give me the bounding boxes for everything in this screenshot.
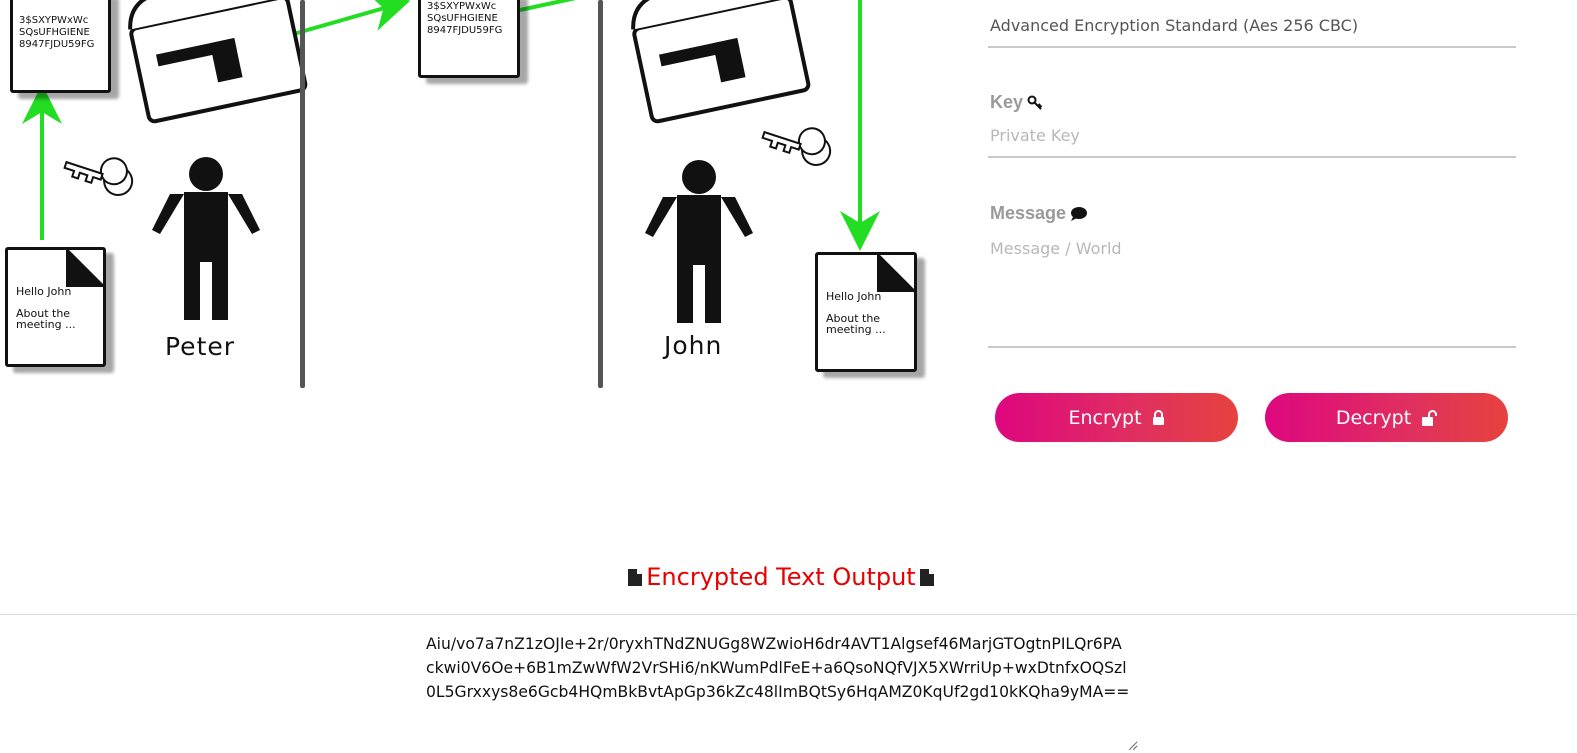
key-right-icon: [761, 127, 832, 167]
encrypt-label: Encrypt: [1068, 406, 1142, 429]
algorithm-select[interactable]: Advanced Encryption Standard (Aes 256 CB…: [988, 0, 1516, 48]
sender-name: Peter: [165, 332, 236, 361]
encryption-illustration: 3$SXYPWxWc SQsUFHGIENE 8947FJDU59FG 3$SX…: [0, 0, 930, 395]
key-placeholder: Private Key: [990, 126, 1080, 145]
key-left-icon: [63, 157, 134, 197]
resize-grip-icon[interactable]: [1127, 740, 1137, 750]
page-corner: [877, 255, 914, 292]
mailbox-left-icon: [128, 0, 308, 124]
cipher-text: 3$SXYPWxWc SQsUFHGIENE 8947FJDU59FG: [427, 1, 503, 36]
encrypt-button[interactable]: Encrypt: [995, 393, 1238, 442]
key-label-text: Key: [990, 92, 1024, 112]
file-icon: [919, 568, 934, 586]
message-label-text: Message: [990, 203, 1067, 223]
cipher-document-middle: 3$SXYPWxWc SQsUFHGIENE 8947FJDU59FG: [418, 0, 520, 78]
page-corner: [66, 250, 103, 287]
person-peter-icon: [152, 157, 260, 320]
algorithm-value: Advanced Encryption Standard (Aes 256 CB…: [990, 16, 1359, 35]
person-john-icon: [645, 160, 753, 323]
file-icon: [628, 568, 643, 586]
message-placeholder: Message / World: [990, 239, 1122, 258]
output-heading: Encrypted Text Output: [0, 563, 1562, 591]
divider-right: [598, 0, 603, 388]
encrypted-output-textarea[interactable]: Aiu/vo7a7nZ1zOJIe+2r/0ryxhTNdZNUGg8WZwio…: [418, 624, 1138, 750]
message-label: Message: [990, 203, 1088, 224]
decrypt-label: Decrypt: [1335, 406, 1412, 429]
mailbox-right-icon: [631, 0, 811, 124]
divider-left: [300, 0, 305, 388]
decrypt-button[interactable]: Decrypt: [1265, 393, 1508, 442]
cipher-document-left: 3$SXYPWxWc SQsUFHGIENE 8947FJDU59FG: [10, 0, 111, 93]
output-divider: [0, 614, 1577, 615]
plain-document-right: Hello John About the meeting ...: [815, 252, 917, 372]
output-title: Encrypted Text Output: [646, 563, 916, 591]
message-textarea[interactable]: Message / World: [988, 230, 1516, 348]
key-label: Key: [990, 92, 1043, 113]
key-input[interactable]: Private Key: [988, 118, 1516, 158]
receiver-name: John: [664, 331, 723, 360]
key-icon: [1027, 95, 1043, 110]
lock-icon: [1152, 410, 1164, 425]
plain-document-left: Hello John About the meeting ...: [5, 247, 106, 367]
comment-icon: [1071, 206, 1088, 221]
cipher-text: 3$SXYPWxWc SQsUFHGIENE 8947FJDU59FG: [19, 15, 95, 50]
unlock-icon: [1422, 409, 1438, 426]
